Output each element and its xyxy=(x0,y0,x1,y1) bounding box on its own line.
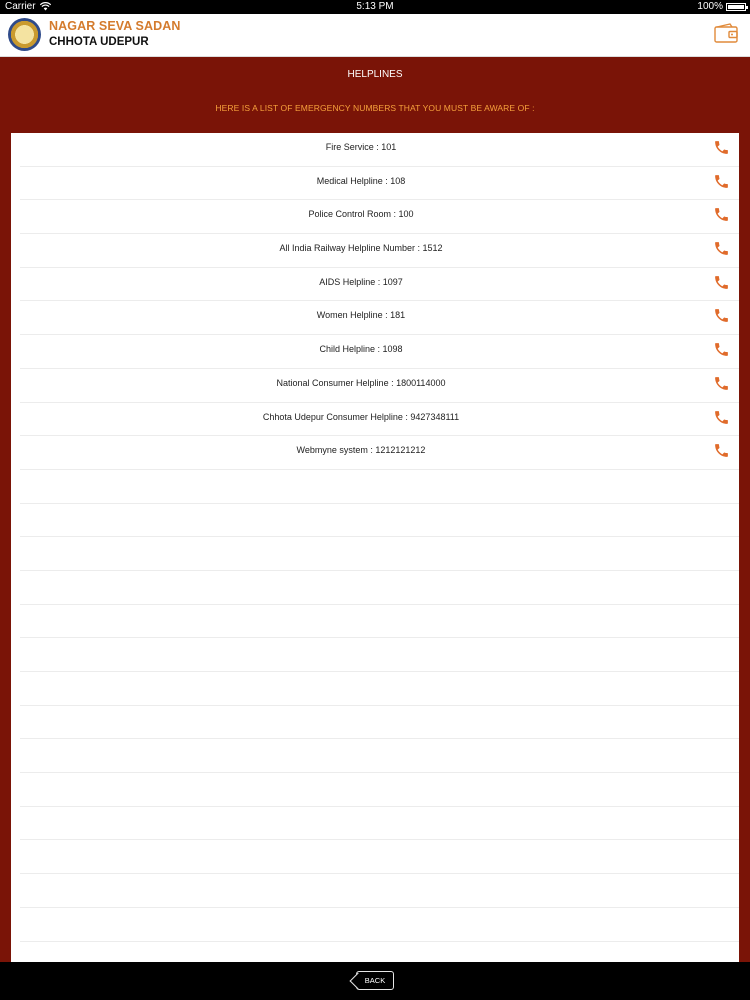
empty-row xyxy=(20,773,739,807)
helpline-row[interactable]: All India Railway Helpline Number : 1512 xyxy=(20,234,739,268)
empty-row xyxy=(20,672,739,706)
phone-icon[interactable] xyxy=(713,341,730,358)
helpline-row[interactable]: Women Helpline : 181 xyxy=(20,301,739,336)
helpline-label: Fire Service : 101 xyxy=(325,142,397,152)
empty-row xyxy=(20,605,739,639)
helpline-row[interactable]: AIDS Helpline : 1097 xyxy=(20,268,739,302)
helpline-label: Police Control Room : 100 xyxy=(308,209,414,220)
helpline-row[interactable]: National Consumer Helpline : 1800114000 xyxy=(20,369,739,403)
phone-icon[interactable] xyxy=(713,442,730,459)
status-bar: Carrier 5:13 PM 100% xyxy=(0,0,750,14)
helpline-label: Women Helpline : 181 xyxy=(316,310,406,321)
empty-row xyxy=(20,840,739,875)
page-title: HELPLINES xyxy=(347,69,403,80)
page-subtitle: HERE IS A LIST OF EMERGENCY NUMBERS THAT… xyxy=(215,103,535,113)
helpline-label: AIDS Helpline : 1097 xyxy=(319,276,403,287)
status-right: 100% xyxy=(697,1,748,12)
empty-row xyxy=(20,874,739,908)
helpline-label: Medical Helpline : 108 xyxy=(316,175,406,186)
phone-icon[interactable] xyxy=(713,139,730,156)
helpline-row[interactable]: Webmyne system : 1212121212 xyxy=(20,436,739,470)
helpline-label: All India Railway Helpline Number : 1512 xyxy=(279,243,443,254)
helpline-row[interactable]: Medical Helpline : 108 xyxy=(20,167,739,201)
empty-row xyxy=(20,470,739,504)
empty-row xyxy=(20,706,739,740)
empty-row xyxy=(20,908,739,942)
empty-row xyxy=(20,571,739,605)
municipal-seal-logo xyxy=(8,18,41,51)
app-title-line2: CHHOTA UDEPUR xyxy=(49,36,149,48)
helpline-label: Child Helpline : 1098 xyxy=(319,344,403,355)
battery-percent: 100% xyxy=(697,1,723,12)
helpline-label: Chhota Udepur Consumer Helpline : 942734… xyxy=(262,411,460,422)
wallet-icon[interactable] xyxy=(714,23,738,43)
empty-row xyxy=(20,739,739,774)
back-button-label: BACK xyxy=(364,976,386,985)
phone-icon[interactable] xyxy=(713,240,730,257)
empty-row xyxy=(20,807,739,841)
helpline-row[interactable]: Fire Service : 101 xyxy=(20,133,739,167)
status-time: 5:13 PM xyxy=(356,1,394,12)
empty-row xyxy=(20,537,739,571)
helpline-row[interactable]: Child Helpline : 1098 xyxy=(20,335,739,369)
back-button[interactable]: BACK xyxy=(356,971,394,990)
helpline-label: Webmyne system : 1212121212 xyxy=(296,445,426,456)
helpline-row[interactable]: Chhota Udepur Consumer Helpline : 942734… xyxy=(20,403,739,437)
empty-row xyxy=(20,638,739,672)
battery-icon xyxy=(726,2,748,11)
phone-icon[interactable] xyxy=(713,274,730,291)
empty-row xyxy=(20,504,739,538)
bottom-bar: BACK xyxy=(0,962,750,1000)
helpline-list: Fire Service : 101 Medical Helpline : 108… xyxy=(11,133,739,962)
phone-icon[interactable] xyxy=(713,206,730,223)
app-title-line1: NAGAR SEVA SADAN xyxy=(49,19,181,33)
phone-icon[interactable] xyxy=(713,375,730,392)
phone-icon[interactable] xyxy=(713,409,730,426)
phone-icon[interactable] xyxy=(713,173,730,190)
helpline-row[interactable]: Police Control Room : 100 xyxy=(20,200,739,235)
app-header: NAGAR SEVA SADAN CHHOTA UDEPUR xyxy=(0,14,750,57)
phone-icon[interactable] xyxy=(713,307,730,324)
helpline-label: National Consumer Helpline : 1800114000 xyxy=(276,377,446,388)
